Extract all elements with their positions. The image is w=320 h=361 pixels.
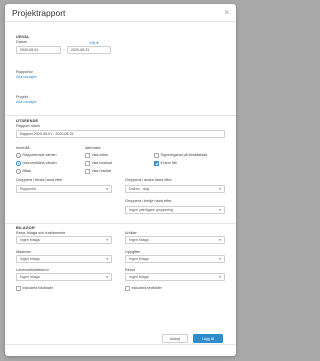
machines-select[interactable]: Ingen bilaga ▾ bbox=[16, 255, 112, 263]
chevron-down-icon: ▾ bbox=[219, 275, 221, 279]
section-selection-heading: URVAL bbox=[16, 35, 30, 39]
supplier-invoices-label: Leverantörsfakturor bbox=[16, 268, 49, 272]
machines-label: Maskiner bbox=[16, 250, 32, 254]
checkbox-icon bbox=[85, 153, 90, 158]
articles-label: Artiklar bbox=[125, 231, 137, 235]
section-output-heading: UTSEENDE bbox=[16, 119, 39, 123]
date-range: 2020-05-01 – 2020-05-31 bbox=[16, 46, 111, 54]
tasks-select[interactable]: Ingen bilaga ▾ bbox=[125, 255, 225, 263]
radio-icon bbox=[16, 153, 21, 158]
travel-label: Resa, bilaga och traktamente bbox=[16, 231, 66, 235]
include-photos-checkbox[interactable]: Inkludera fotobilder bbox=[16, 286, 53, 291]
radio-selected-icon bbox=[16, 161, 21, 166]
section-attachments-heading: BILAGOR bbox=[16, 226, 35, 230]
chevron-down-icon: ▾ bbox=[219, 187, 221, 191]
alt-show-cost[interactable]: Visa kostnad bbox=[85, 161, 112, 166]
dialog-header: Projektrapport × bbox=[5, 4, 236, 22]
date-to-input[interactable]: 2020-05-31 bbox=[67, 46, 111, 54]
date-shortcut-dropdown[interactable]: Välj ▾ bbox=[89, 40, 98, 45]
group-third-label: Gruppera i tredje hand efter bbox=[125, 199, 172, 203]
projects-link[interactable]: Alla utvalgte bbox=[16, 100, 37, 104]
checkbox-icon bbox=[85, 161, 90, 166]
report-dialog: Projektrapport × URVAL Datum Välj ▾ 2020… bbox=[5, 4, 236, 356]
report-title-label: Rapport rubrik bbox=[16, 124, 41, 128]
alt-signature-line[interactable]: Signeringsrad på försättsblad bbox=[154, 153, 207, 158]
checkbox-icon bbox=[154, 153, 159, 158]
radio-icon bbox=[16, 169, 21, 174]
chevron-down-icon: ▾ bbox=[219, 208, 221, 212]
include-notes-checkbox[interactable]: Inkludera textbilder bbox=[125, 286, 162, 291]
checkbox-icon bbox=[85, 169, 90, 174]
chevron-down-icon: ▾ bbox=[106, 275, 108, 279]
alt-external-field[interactable]: Extern fält bbox=[154, 161, 177, 166]
articles-select[interactable]: Ingen bilaga ▾ bbox=[125, 236, 225, 244]
travel-select[interactable]: Ingen bilaga ▾ bbox=[16, 236, 112, 244]
close-icon[interactable]: × bbox=[224, 8, 229, 17]
content-option-half[interactable]: Halvområdets värden bbox=[16, 161, 57, 166]
tasks-label: Uppgifter bbox=[125, 250, 141, 254]
chevron-down-icon: ▾ bbox=[106, 187, 108, 191]
dialog-body: URVAL Datum Välj ▾ 2020-05-01 – 2020-05-… bbox=[5, 22, 236, 356]
group-third-select[interactable]: Ingen ytterligare gruppering ▾ bbox=[125, 206, 225, 214]
alternatives-label: Alternativ bbox=[85, 146, 101, 150]
chevron-down-icon: ▾ bbox=[219, 257, 221, 261]
date-from-input[interactable]: 2020-05-01 bbox=[16, 46, 61, 54]
chevron-down-icon: ▾ bbox=[106, 238, 108, 242]
trips-select[interactable]: Ingen bilaga ▾ bbox=[125, 273, 225, 281]
dialog-title: Projektrapport bbox=[12, 7, 66, 18]
chevron-down-icon: ▾ bbox=[219, 238, 221, 242]
divider bbox=[5, 344, 236, 345]
divider bbox=[5, 115, 236, 116]
group-second-label: Gruppera i andra hand efter bbox=[125, 178, 172, 182]
alt-show-initial[interactable]: Visa initial bbox=[85, 153, 108, 158]
trips-label: Resor bbox=[125, 268, 136, 272]
alt-show-result[interactable]: Visa resultat bbox=[85, 169, 111, 174]
group-first-label: Gruppera i första hand efter bbox=[16, 178, 63, 182]
content-option-reported[interactable]: Rapporterade värden bbox=[16, 153, 56, 158]
chevron-down-icon: ▾ bbox=[106, 257, 108, 261]
reporters-label: Rapportör bbox=[16, 70, 33, 74]
divider bbox=[5, 223, 236, 224]
content-option-both[interactable]: Båda bbox=[16, 169, 31, 174]
checkbox-checked-icon bbox=[154, 161, 159, 166]
checkbox-icon bbox=[16, 286, 21, 291]
cancel-button[interactable]: Avbryt bbox=[162, 334, 188, 343]
report-title-input[interactable]: Rapport 2020-05-01 - 2020-05-31 bbox=[16, 130, 225, 138]
checkbox-icon bbox=[125, 286, 130, 291]
content-label: Innehåll bbox=[16, 146, 30, 150]
supplier-invoices-select[interactable]: Ingen bilaga ▾ bbox=[16, 273, 112, 281]
group-first-select[interactable]: Rapportör ▾ bbox=[16, 185, 112, 193]
reporters-link[interactable]: Alla utvalgte bbox=[16, 75, 37, 79]
projects-label: Projekt bbox=[16, 95, 28, 99]
date-label: Datum bbox=[16, 40, 28, 44]
group-second-select[interactable]: Datum - dag ▾ bbox=[125, 185, 225, 193]
create-report-button[interactable]: Lägg till bbox=[193, 334, 223, 343]
